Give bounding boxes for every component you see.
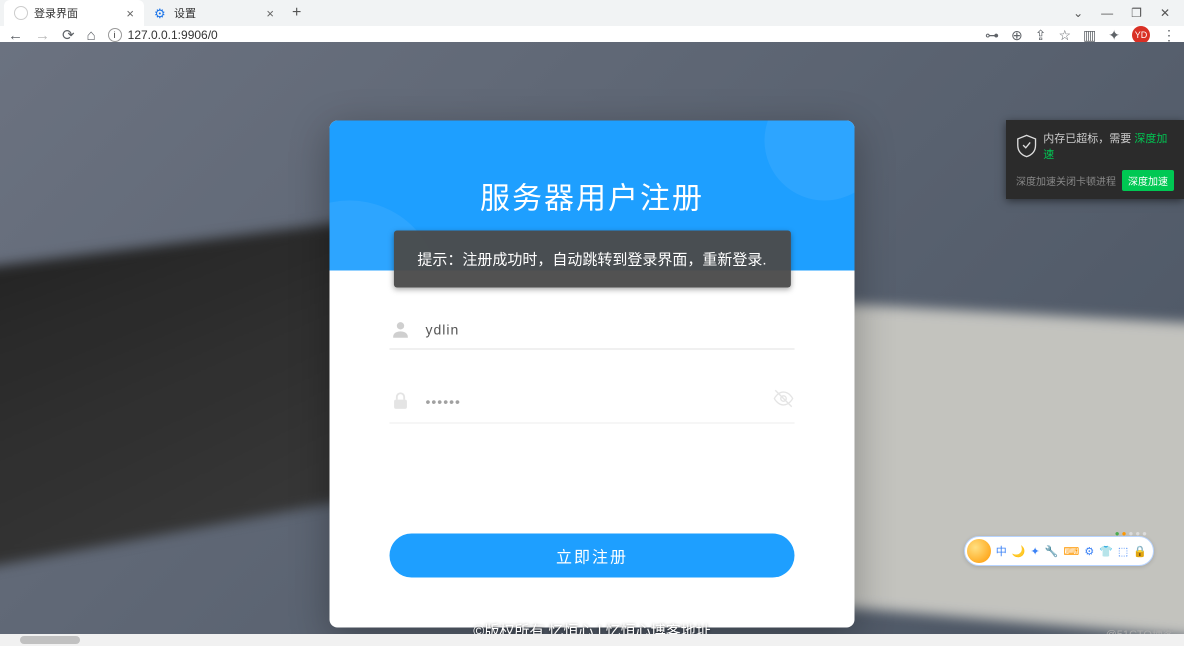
zoom-icon[interactable]: ⊕ <box>1011 27 1023 44</box>
username-field <box>390 311 795 350</box>
minimize-icon[interactable]: ― <box>1101 6 1113 20</box>
globe-icon <box>14 6 28 20</box>
ime-grid-icon[interactable]: ⬚ <box>1118 545 1128 558</box>
key-icon[interactable]: ⊶ <box>985 27 999 44</box>
register-button[interactable]: 立即注册 <box>390 534 795 578</box>
security-text: 内存已超标，需要 深度加速 <box>1043 130 1174 162</box>
ime-moon-icon[interactable]: 🌙 <box>1012 545 1026 558</box>
ime-toolbar[interactable]: 中 🌙 ✦ 🔧 ⌨ ⚙ 👕 ⬚ 🔒 <box>964 536 1154 566</box>
tab-title: 登录界面 <box>34 5 78 21</box>
scrollbar-thumb[interactable] <box>20 636 80 644</box>
ime-keyboard-icon[interactable]: ⌨ <box>1063 545 1079 558</box>
forward-button[interactable]: → <box>35 27 50 44</box>
new-tab-button[interactable]: + <box>284 4 309 22</box>
back-button[interactable]: ← <box>8 27 23 44</box>
url-text: 127.0.0.1:9906/0 <box>128 28 218 42</box>
close-window-icon[interactable]: ✕ <box>1160 6 1170 20</box>
ime-lock-icon[interactable]: 🔒 <box>1133 545 1147 558</box>
lock-icon <box>390 390 412 412</box>
ime-logo-icon[interactable] <box>967 539 991 563</box>
ime-skin-icon[interactable]: 👕 <box>1099 545 1113 558</box>
card-title: 服务器用户注册 <box>480 174 704 218</box>
menu-icon[interactable]: ⋮ <box>1162 27 1176 44</box>
tab-login[interactable]: 登录界面 × <box>4 0 144 26</box>
home-button[interactable]: ⌂ <box>87 27 96 44</box>
password-input[interactable] <box>426 393 773 409</box>
maximize-icon[interactable]: ❐ <box>1131 6 1142 20</box>
extensions-icon[interactable]: ✦ <box>1108 27 1120 44</box>
window-controls: ⌄ ― ❐ ✕ <box>1073 6 1184 20</box>
toast-message: 提示：注册成功时，自动跳转到登录界面，重新登录. <box>393 231 790 288</box>
tab-title: 设置 <box>174 5 196 21</box>
horizontal-scrollbar[interactable] <box>0 634 1184 646</box>
user-icon <box>390 319 412 341</box>
shield-icon <box>1016 133 1037 159</box>
gear-icon: ⚙ <box>154 6 168 20</box>
tab-settings[interactable]: ⚙ 设置 × <box>144 0 284 26</box>
tab-bar: 登录界面 × ⚙ 设置 × + ⌄ ― ❐ ✕ <box>0 0 1184 26</box>
page-viewport: 服务器用户注册 立即注册 提示：注册成功时，自动跳转到登录界面，重新登录. ©版… <box>0 42 1184 646</box>
star-icon[interactable]: ☆ <box>1058 27 1071 44</box>
close-icon[interactable]: × <box>126 6 134 21</box>
chevron-down-icon[interactable]: ⌄ <box>1073 6 1083 20</box>
url-box[interactable]: i 127.0.0.1:9906/0 <box>108 28 973 42</box>
card-body: 立即注册 <box>330 271 855 628</box>
register-card: 服务器用户注册 立即注册 提示：注册成功时，自动跳转到登录界面，重新登录. <box>330 121 855 628</box>
browser-chrome: 登录界面 × ⚙ 设置 × + ⌄ ― ❐ ✕ ← → ⟳ ⌂ i 127.0.… <box>0 0 1184 42</box>
security-subtext: 深度加速关闭卡顿进程 <box>1016 173 1116 188</box>
close-icon[interactable]: × <box>266 6 274 21</box>
share-icon[interactable]: ⇪ <box>1035 27 1047 44</box>
info-icon[interactable]: i <box>108 28 122 42</box>
password-field <box>390 380 795 424</box>
ime-lang-icon[interactable]: 中 <box>996 543 1007 559</box>
username-input[interactable] <box>426 322 795 338</box>
ime-star-icon[interactable]: ✦ <box>1031 545 1040 558</box>
accelerate-button[interactable]: 深度加速 <box>1122 170 1174 191</box>
eye-icon[interactable] <box>773 388 795 415</box>
ime-tool-icon[interactable]: 🔧 <box>1045 545 1059 558</box>
security-popup: 内存已超标，需要 深度加速 深度加速关闭卡顿进程 深度加速 <box>1006 120 1184 199</box>
reading-list-icon[interactable]: ▥ <box>1083 27 1096 44</box>
ime-gear-icon[interactable]: ⚙ <box>1084 545 1094 558</box>
